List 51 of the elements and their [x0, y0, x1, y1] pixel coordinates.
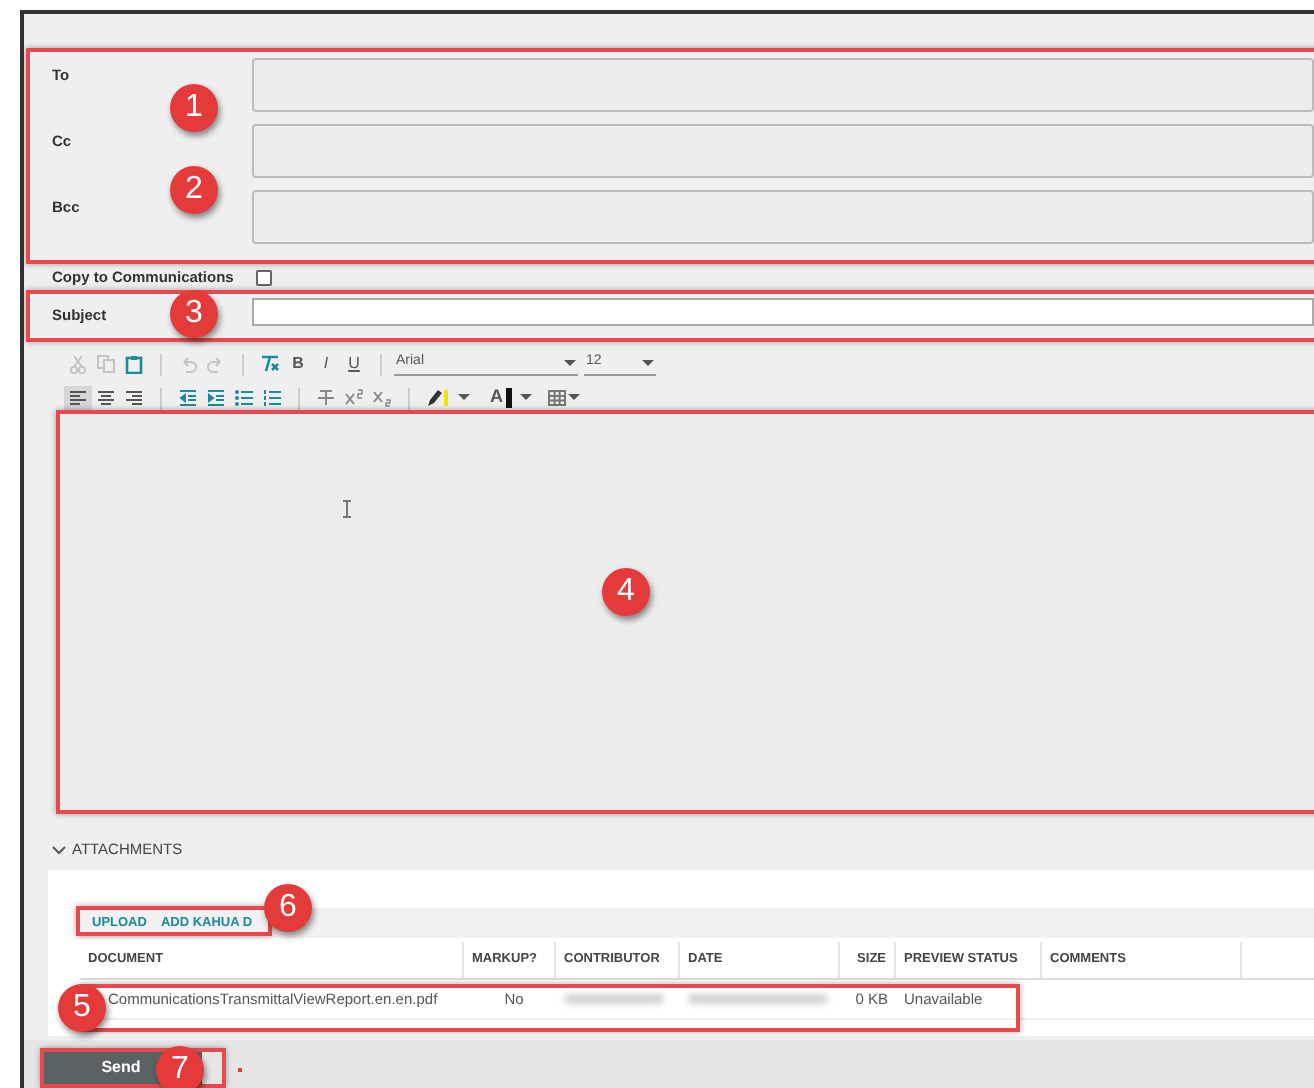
callout-number: 3	[170, 290, 218, 338]
callout-number: 1	[170, 84, 218, 132]
numbered-list-button[interactable]	[258, 385, 286, 411]
indent-button[interactable]	[202, 385, 230, 411]
caret-icon	[567, 392, 579, 402]
underline-button[interactable]: U	[340, 351, 368, 377]
copy-icon	[96, 354, 116, 374]
clear-format-icon	[260, 354, 280, 374]
align-center-button[interactable]	[92, 385, 120, 411]
outdent-icon	[178, 388, 198, 408]
color-bar-icon	[505, 387, 511, 407]
strikethrough-button[interactable]	[312, 385, 340, 411]
clipboard-button[interactable]	[120, 351, 148, 377]
bulleted-list-icon	[234, 388, 254, 408]
indent-icon	[206, 388, 226, 408]
outdent-button[interactable]	[174, 385, 202, 411]
align-right-icon	[124, 388, 144, 408]
strikethrough-icon	[316, 388, 336, 408]
clear-format-button[interactable]	[256, 351, 284, 377]
font-color-button[interactable]: A	[486, 385, 535, 411]
text-cursor-icon	[342, 500, 352, 518]
recipient-field[interactable]	[252, 124, 1314, 178]
marker-icon	[426, 387, 450, 407]
clipboard-icon	[124, 354, 144, 374]
caret-icon	[519, 392, 531, 402]
caret-icon	[458, 392, 470, 402]
superscript-icon	[344, 388, 364, 408]
align-left-button[interactable]	[64, 385, 92, 411]
recipient-field[interactable]	[252, 190, 1314, 244]
table-button[interactable]	[543, 385, 583, 411]
checkbox[interactable]	[256, 269, 272, 285]
caret-icon	[642, 358, 654, 368]
bulleted-list-button[interactable]	[230, 385, 258, 411]
caret-icon	[564, 358, 576, 368]
callout-number: 2	[170, 166, 218, 214]
align-center-icon	[96, 388, 116, 408]
undo-icon	[178, 354, 198, 374]
table-icon	[547, 389, 565, 405]
italic-button[interactable]: I	[312, 351, 340, 377]
recipient-field[interactable]	[252, 58, 1314, 112]
align-right-button[interactable]	[120, 385, 148, 411]
subject-field[interactable]	[252, 298, 1314, 326]
highlight-color-button[interactable]	[422, 385, 474, 411]
subscript-icon	[372, 388, 392, 408]
scissors-icon	[68, 354, 88, 374]
numbered-list-icon	[262, 388, 282, 408]
redo-icon	[206, 354, 226, 374]
chevron-down-icon[interactable]	[52, 845, 66, 855]
bold-button[interactable]: B	[284, 351, 312, 377]
align-left-icon	[68, 388, 88, 408]
required-mark	[238, 1068, 242, 1072]
